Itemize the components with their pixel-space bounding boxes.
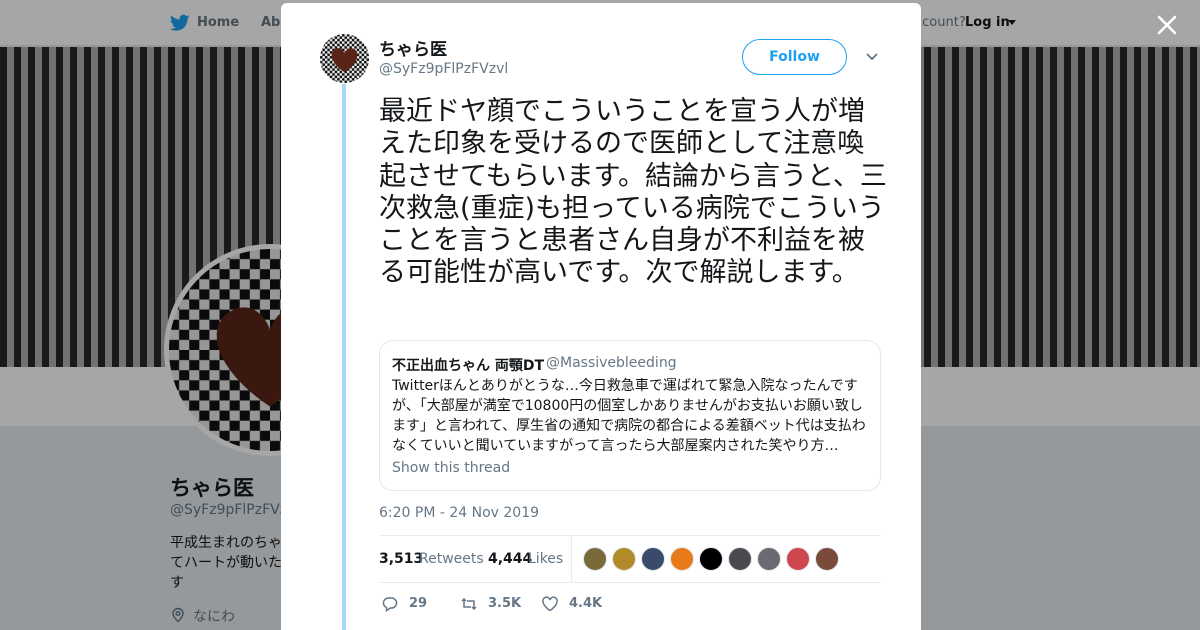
- liker-avatar-8[interactable]: [786, 547, 810, 571]
- thread-connector-line: [342, 84, 346, 630]
- retweet-action-count: 3.5K: [488, 596, 522, 611]
- likes-label[interactable]: Likes: [528, 551, 563, 567]
- quoted-author-handle: @Massivebleeding: [546, 355, 677, 371]
- show-thread-link[interactable]: Show this thread: [392, 460, 510, 476]
- liker-avatar-3[interactable]: [641, 547, 665, 571]
- reply-icon[interactable]: [381, 595, 399, 613]
- close-icon[interactable]: [1154, 12, 1180, 38]
- author-name[interactable]: ちゃら医: [379, 35, 447, 60]
- stats-divider: [571, 536, 572, 583]
- retweet-icon[interactable]: [460, 595, 478, 613]
- liker-avatar-1[interactable]: [583, 547, 607, 571]
- tweet-actions: 29 3.5K 4.4K: [379, 592, 881, 616]
- quoted-tweet-text: Twitterほんとありがとうな…今日救急車で運ばれて緊急入院なったんですが、「…: [392, 378, 866, 454]
- liker-avatar-7[interactable]: [757, 547, 781, 571]
- tweet-text: 最近ドヤ顔でこういうことを宣う人が増えた印象を受けるので医師として注意喚起させて…: [379, 96, 887, 289]
- like-count[interactable]: 4,444: [488, 551, 532, 567]
- follow-button[interactable]: Follow: [742, 39, 847, 75]
- tweet-stats: 3,513 Retweets 4,444 Likes: [379, 535, 881, 583]
- reply-count: 29: [409, 596, 428, 611]
- quoted-tweet[interactable]: 不正出血ちゃん 両顎DT @Massivebleeding Twitterほんと…: [379, 340, 881, 491]
- author-avatar[interactable]: [320, 34, 369, 83]
- liker-avatar-2[interactable]: [612, 547, 636, 571]
- tweet-timestamp[interactable]: 6:20 PM - 24 Nov 2019: [379, 505, 539, 521]
- quoted-author-name: 不正出血ちゃん 両顎DT: [392, 358, 545, 374]
- liker-avatar-6[interactable]: [728, 547, 752, 571]
- like-action-count: 4.4K: [569, 596, 603, 611]
- liker-avatar-4[interactable]: [670, 547, 694, 571]
- author-handle[interactable]: @SyFz9pFlPzFVzvl: [379, 61, 508, 77]
- retweet-count[interactable]: 3,513: [379, 551, 423, 567]
- retweets-label[interactable]: Retweets: [419, 551, 484, 567]
- author-avatar-image: [320, 34, 369, 83]
- heart-icon[interactable]: [541, 595, 559, 613]
- liker-avatar-5[interactable]: [699, 547, 723, 571]
- liker-avatar-9[interactable]: [815, 547, 839, 571]
- chevron-down-icon[interactable]: [864, 51, 880, 63]
